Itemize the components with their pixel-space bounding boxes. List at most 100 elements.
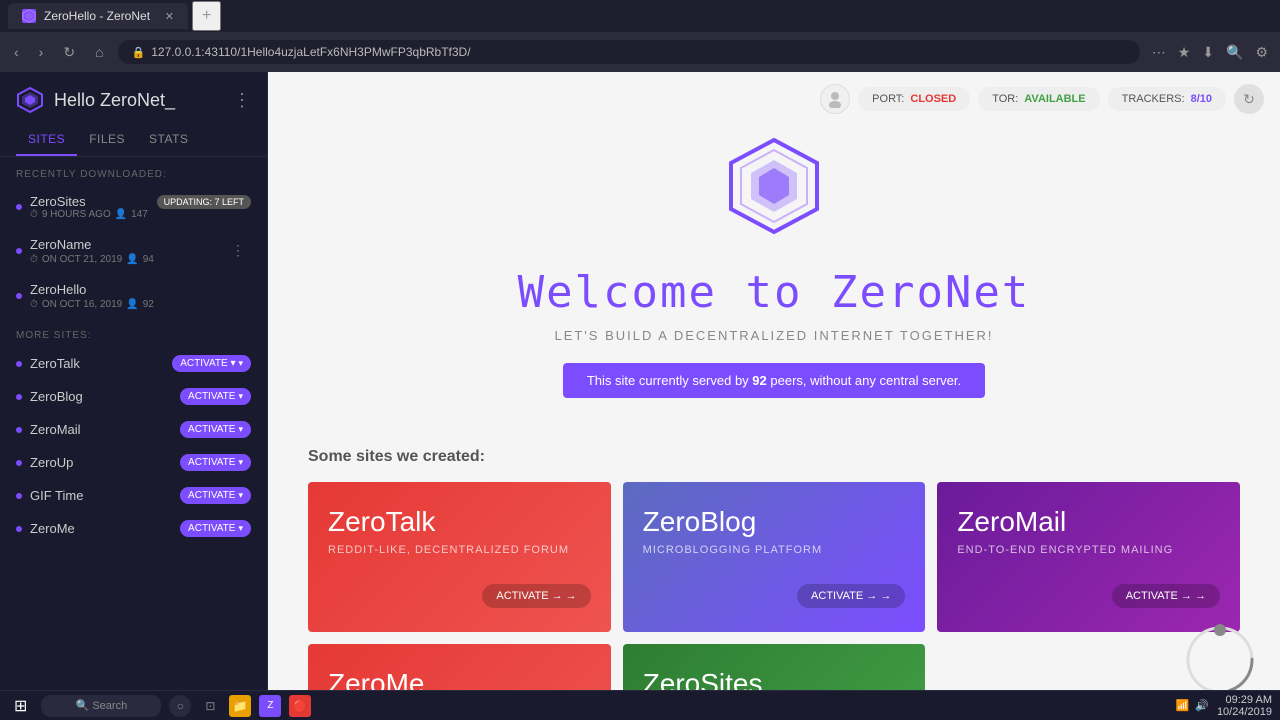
peers-text-after: peers, without any central server. (767, 373, 961, 388)
site-name-giftime: GIF Time (30, 488, 172, 503)
network-icon[interactable]: 📶 (1176, 699, 1190, 712)
site-dot-zerotalk (16, 361, 22, 367)
settings-button[interactable]: ⚙ (1251, 40, 1272, 65)
sidebar-logo: Hello ZeroNet_ (16, 86, 175, 114)
card-zeroblog[interactable]: ZeroBlog MICROBLOGGING PLATFORM ACTIVATE… (623, 482, 926, 632)
identity-button[interactable] (820, 84, 850, 114)
site-meta-zeroname: ⏱ ON OCT 21, 2019 👤 94 (30, 254, 217, 265)
taskbar-right: 📶 🔊 09:29 AM 10/24/2019 (1176, 694, 1272, 718)
home-button[interactable]: ⌂ (89, 40, 109, 64)
site-item-zeromail[interactable]: ZeroMail ACTIVATE (0, 413, 267, 446)
tab-stats[interactable]: STATS (137, 124, 200, 156)
taskbar-browser[interactable]: Z (259, 695, 281, 717)
tab-close-icon[interactable]: ✕ (165, 10, 174, 23)
bookmark-button[interactable]: ★ (1174, 40, 1195, 65)
sidebar-menu-button[interactable]: ⋮ (233, 90, 251, 111)
card-activate-zeroblog[interactable]: ACTIVATE → (797, 584, 905, 608)
site-item-zeroname[interactable]: ZeroName ⏱ ON OCT 21, 2019 👤 94 ⋮ (0, 228, 267, 273)
tab-files[interactable]: FILES (77, 124, 137, 156)
back-button[interactable]: ‹ (8, 40, 25, 64)
download-button[interactable]: ⬇ (1198, 40, 1218, 65)
main-content: PORT: CLOSED TOR: AVAILABLE TRACKERS: 8/… (268, 72, 1280, 720)
more-options-zeroname[interactable]: ⋮ (225, 240, 251, 261)
start-button[interactable]: ⊞ (8, 694, 33, 718)
peers-icon-zerosites: 👤 (115, 209, 127, 220)
sites-grid: ZeroTalk REDDIT-LIKE, DECENTRALIZED FORU… (308, 482, 1240, 720)
site-meta-zerosites: ⏱ 9 HOURS AGO 👤 147 (30, 209, 251, 220)
site-name-zerosites: ZeroSites (30, 194, 151, 209)
site-dot-zerosites (16, 204, 22, 210)
card-desc-zeromail: END-TO-END ENCRYPTED MAILING (957, 544, 1220, 556)
site-peers-zeroname: 94 (143, 254, 154, 265)
site-item-zerosites-recent[interactable]: ZeroSites UPDATING: 7 LEFT ⏱ 9 HOURS AGO… (0, 186, 267, 228)
site-peers-zerosites: 147 (131, 209, 148, 220)
activate-zerome[interactable]: ACTIVATE (180, 520, 251, 537)
site-item-info-zeroname: ZeroName ⏱ ON OCT 21, 2019 👤 94 (30, 236, 217, 265)
site-item-zerohello[interactable]: ZeroHello ⏱ ON OCT 16, 2019 👤 92 (0, 273, 267, 318)
card-name-zerotalk: ZeroTalk (328, 506, 591, 538)
taskbar-taskview[interactable]: ⊡ (199, 695, 221, 717)
trackers-status-button[interactable]: TRACKERS: 8/10 (1108, 87, 1226, 111)
refresh-button[interactable]: ↻ (57, 40, 81, 65)
activate-zeromail[interactable]: ACTIVATE (180, 421, 251, 438)
recently-downloaded-label: RECENTLY DOWNLOADED: (0, 157, 267, 186)
refresh-circle-button[interactable]: ↻ (1234, 84, 1264, 114)
active-tab[interactable]: ZeroHello - ZeroNet ✕ (8, 3, 188, 29)
site-item-zerotalk[interactable]: ZeroTalk ACTIVATE ▾ (0, 347, 267, 380)
tab-sites[interactable]: SITES (16, 124, 77, 156)
sidebar-tabs: SITES FILES STATS (0, 124, 267, 157)
volume-icon[interactable]: 🔊 (1195, 699, 1209, 712)
taskbar-cortana[interactable]: ○ (169, 695, 191, 717)
extensions-button[interactable]: ⋯ (1148, 40, 1170, 65)
site-item-zerome[interactable]: ZeroMe ACTIVATE (0, 512, 267, 545)
site-dot-giftime (16, 493, 22, 499)
site-item-zeroblog[interactable]: ZeroBlog ACTIVATE (0, 380, 267, 413)
taskbar-time: 09:29 AM 10/24/2019 (1217, 694, 1272, 718)
card-desc-zerotalk: REDDIT-LIKE, DECENTRALIZED FORUM (328, 544, 591, 556)
port-status-button[interactable]: PORT: CLOSED (858, 87, 970, 111)
card-zerotalk[interactable]: ZeroTalk REDDIT-LIKE, DECENTRALIZED FORU… (308, 482, 611, 632)
tab-favicon (22, 9, 36, 23)
activate-zeroup[interactable]: ACTIVATE (180, 454, 251, 471)
zeronet-logo (719, 132, 829, 247)
activate-giftime[interactable]: ACTIVATE (180, 487, 251, 504)
site-dot-zeroup (16, 460, 22, 466)
site-name-zerohello: ZeroHello (30, 282, 86, 297)
clock-icon-zeroname: ⏱ (30, 254, 38, 265)
peers-count: 92 (752, 373, 766, 388)
site-item-giftime[interactable]: GIF Time ACTIVATE (0, 479, 267, 512)
trackers-value: 8/10 (1191, 93, 1212, 105)
taskbar-explorer[interactable]: 📁 (229, 695, 251, 717)
zoom-button[interactable]: 🔍 (1222, 40, 1247, 65)
site-item-zeroup[interactable]: ZeroUp ACTIVATE (0, 446, 267, 479)
forward-button[interactable]: › (33, 40, 50, 64)
clock-icon-zerohello: ⏱ (30, 299, 38, 310)
peers-text-before: This site currently served by (587, 373, 752, 388)
taskbar-search[interactable]: 🔍 Search (41, 695, 161, 717)
card-name-zeromail: ZeroMail (957, 506, 1220, 538)
activate-zeroblog[interactable]: ACTIVATE (180, 388, 251, 405)
new-tab-button[interactable]: + (192, 1, 221, 31)
browser-tabs: ZeroHello - ZeroNet ✕ + (0, 0, 1280, 32)
taskbar-left: ⊞ 🔍 Search ○ ⊡ 📁 Z 🔴 (8, 694, 311, 718)
system-tray: 📶 🔊 (1176, 699, 1209, 712)
peers-icon-zeroname: 👤 (126, 254, 138, 265)
card-activate-zerotalk[interactable]: ACTIVATE → (482, 584, 590, 608)
top-bar: PORT: CLOSED TOR: AVAILABLE TRACKERS: 8/… (804, 72, 1280, 126)
site-name-zerome: ZeroMe (30, 521, 172, 536)
taskbar-app[interactable]: 🔴 (289, 695, 311, 717)
site-meta-zerohello: ⏱ ON OCT 16, 2019 👤 92 (30, 299, 251, 310)
sidebar-title: Hello ZeroNet_ (54, 90, 175, 111)
card-activate-zeromail[interactable]: ACTIVATE → (1112, 584, 1220, 608)
tor-label: TOR: (992, 93, 1018, 105)
port-label: PORT: (872, 93, 904, 105)
tor-status-button[interactable]: TOR: AVAILABLE (978, 87, 1099, 111)
address-bar[interactable]: 🔒 127.0.0.1:43110/1Hello4uzjaLetFx6NH3PM… (118, 40, 1140, 64)
site-dot-zeroblog (16, 394, 22, 400)
tab-title: ZeroHello - ZeroNet (44, 9, 150, 23)
activate-zerotalk[interactable]: ACTIVATE ▾ (172, 355, 251, 372)
card-zeromail[interactable]: ZeroMail END-TO-END ENCRYPTED MAILING AC… (937, 482, 1240, 632)
toolbar-icons: ⋯ ★ ⬇ 🔍 ⚙ (1148, 40, 1272, 65)
more-sites-label: MORE SITES: (0, 318, 267, 347)
site-dot-zerohello (16, 293, 22, 299)
